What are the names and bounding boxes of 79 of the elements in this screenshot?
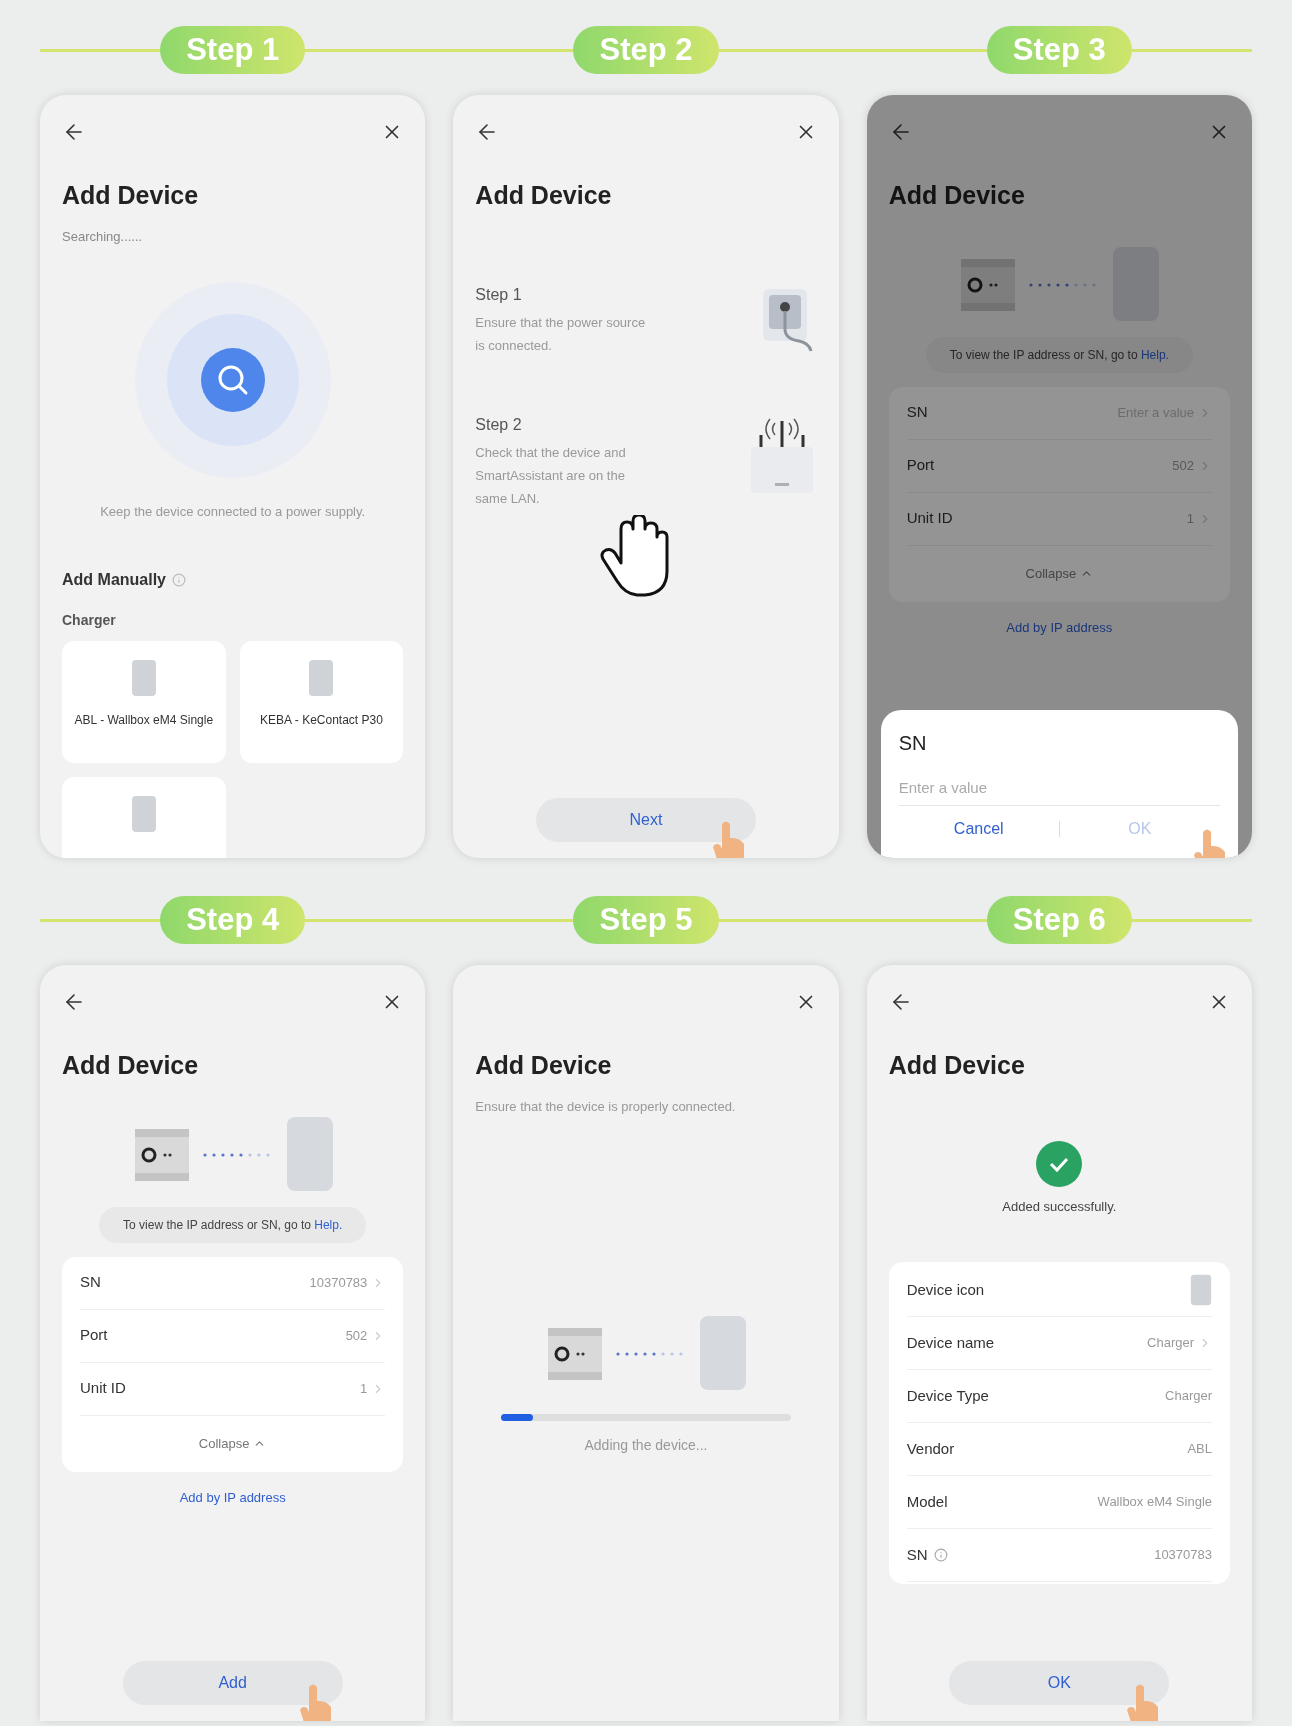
success-message: Added successfully.: [1002, 1197, 1117, 1216]
primary-button[interactable]: Next: [536, 798, 756, 842]
charger-icon: [130, 794, 157, 833]
screen-title: Add Device: [62, 180, 200, 211]
screen-title: Add Device: [888, 180, 1026, 211]
add-by-ip-link[interactable]: Add by IP address: [179, 1487, 286, 1507]
field-value: Wallbox eM4 Single: [1097, 1493, 1212, 1512]
screen-title: Add Device: [888, 1050, 1026, 1081]
settings-row[interactable]: Device name Charger: [906, 1317, 1212, 1370]
field-label: Model: [906, 1491, 948, 1512]
status-text: Searching......: [62, 227, 144, 246]
field-label: SN: [906, 1544, 928, 1565]
status-text: Adding the device...: [583, 1436, 709, 1455]
input-field[interactable]: Enter a value: [898, 770, 1220, 806]
field-value: 502: [345, 1326, 368, 1345]
cancel-button[interactable]: Cancel: [898, 817, 1059, 841]
settings-row[interactable]: Port 502: [906, 439, 1212, 493]
screen-title: Add Device: [62, 1050, 200, 1081]
step-badge: Step 2: [573, 26, 719, 74]
step-badge: Step 3: [986, 26, 1132, 74]
field-value: 1: [1186, 509, 1194, 528]
device-tile[interactable]: KEBA - KeContact P30: [239, 640, 404, 763]
settings-row[interactable]: Device Type Charger: [906, 1370, 1212, 1423]
field-value: 10370783: [1154, 1546, 1212, 1565]
settings-row[interactable]: Vendor ABL: [906, 1423, 1212, 1476]
collapse-button[interactable]: Collapse: [1025, 563, 1094, 584]
charger-icon: [308, 658, 335, 697]
help-link[interactable]: Help.: [1140, 347, 1169, 362]
field-label: Device Type: [906, 1385, 989, 1406]
step-badge: Step 6: [986, 896, 1132, 944]
help-banner: To view the IP address or SN, go to Help.: [99, 1206, 367, 1243]
category-label: Charger: [62, 610, 117, 630]
field-value: 1: [360, 1379, 368, 1398]
step-description: Ensure that the power source is connected.: [475, 313, 646, 355]
settings-row[interactable]: Device icon: [906, 1264, 1212, 1317]
step-title: Step 1: [475, 284, 523, 305]
settings-row[interactable]: SN 10370783: [80, 1256, 386, 1310]
field-label: Vendor: [906, 1438, 955, 1459]
field-label: Unit ID: [80, 1378, 126, 1399]
field-value: Charger: [1165, 1387, 1212, 1406]
section-title: Add Manually: [62, 569, 166, 590]
field-value: 502: [1172, 456, 1194, 475]
device-name: ABL - Wallbox eM4 Single: [73, 711, 214, 729]
dialog-title: SN: [898, 731, 928, 756]
collapse-button[interactable]: Collapse: [198, 1433, 267, 1454]
success-check-icon: [1036, 1140, 1083, 1187]
step-badge: Step 5: [573, 896, 719, 944]
device-name: KEBA - KeContact P30: [259, 711, 384, 729]
screen-title: Add Device: [475, 1050, 613, 1081]
settings-row[interactable]: Port 502: [80, 1309, 386, 1363]
settings-row[interactable]: Model Wallbox eM4 Single: [906, 1476, 1212, 1529]
charger-icon: [130, 658, 157, 697]
primary-button[interactable]: OK: [949, 1661, 1170, 1705]
field-label: Device icon: [906, 1279, 985, 1300]
field-label: SN: [80, 1272, 101, 1293]
field-label: Device name: [906, 1332, 995, 1353]
field-value: 10370783: [309, 1273, 368, 1292]
field-label: SN: [906, 402, 928, 423]
primary-button[interactable]: Add: [122, 1661, 343, 1705]
charger-icon: [1190, 1272, 1212, 1308]
instruction-text: Ensure that the device is properly connected.: [475, 1097, 737, 1116]
field-label: Unit ID: [906, 508, 953, 529]
add-by-ip-link[interactable]: Add by IP address: [1006, 617, 1113, 637]
step-description: Check that the device and SmartAssistant are on the same LAN.: [475, 443, 627, 508]
step-badge: Step 1: [160, 26, 306, 74]
step-badge: Step 4: [160, 896, 306, 944]
help-banner: To view the IP address or SN, go to Help.: [925, 336, 1193, 373]
screen-title: Add Device: [475, 180, 613, 211]
step-title: Step 2: [475, 414, 523, 435]
field-label: Port: [906, 455, 935, 476]
field-value: ABL: [1187, 1440, 1212, 1459]
settings-row[interactable]: SN 10370783: [906, 1529, 1212, 1582]
settings-row[interactable]: Unit ID 1: [80, 1362, 386, 1416]
field-value: Charger: [1147, 1334, 1194, 1353]
hint-text: Keep the device connected to a power supply.: [99, 503, 367, 521]
help-link[interactable]: Help.: [314, 1217, 343, 1232]
device-tile[interactable]: ABL - Wallbox eM4 Single: [62, 640, 226, 763]
settings-row[interactable]: Unit ID 1: [906, 492, 1212, 546]
field-label: Port: [80, 1325, 108, 1346]
